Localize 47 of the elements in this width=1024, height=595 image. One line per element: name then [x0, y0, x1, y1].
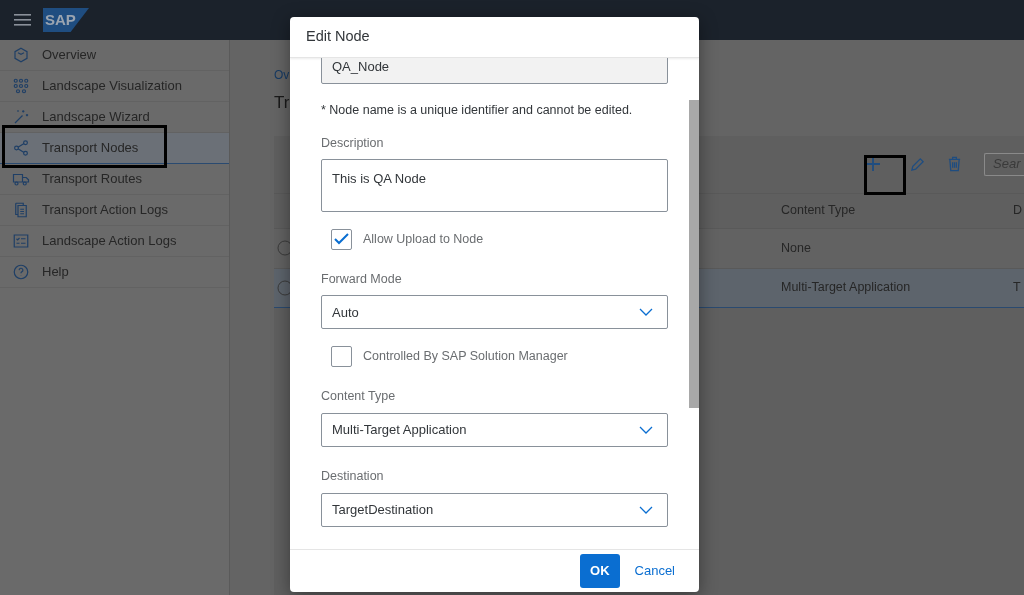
field-label: Description [321, 134, 384, 152]
sidebar-item[interactable]: Transport Action Logs [0, 195, 229, 226]
chevron-down-icon [639, 426, 653, 434]
add-icon [865, 156, 881, 172]
description-field[interactable]: This is QA Node [321, 158, 668, 212]
checkbox-label: Allow Upload to Node [363, 230, 484, 248]
checkmark-icon [334, 233, 349, 245]
wand-icon [12, 108, 30, 126]
document-icon [12, 201, 30, 219]
sidebar-item[interactable]: Landscape Visualization [0, 71, 229, 102]
network-icon [12, 77, 30, 95]
checkbox-label: Controlled By SAP Solution Manager [363, 348, 568, 366]
column-header: D [1013, 202, 1023, 220]
breadcrumb-link[interactable]: Ov [274, 66, 290, 84]
field-label: Content Type [321, 388, 396, 406]
page-title: Tr [274, 92, 290, 114]
sidebar-item[interactable]: Overview [0, 40, 229, 71]
chevron-down-icon [639, 505, 653, 514]
chevron-down-icon [639, 308, 653, 317]
checkbox[interactable] [331, 346, 352, 368]
sidebar-item[interactable]: Transport Routes [0, 164, 229, 195]
sap-logo[interactable]: SAP [43, 8, 89, 32]
help-icon [12, 263, 30, 281]
dialog-title: Edit Node [306, 27, 370, 47]
share-icon [12, 139, 30, 157]
checkbox[interactable] [331, 228, 352, 250]
ok-button[interactable]: OK [580, 554, 620, 588]
highlight-frame [864, 155, 906, 195]
cancel-button[interactable]: Cancel [624, 554, 685, 588]
column-header: Content Type [781, 202, 857, 220]
table-cell-text: T [1013, 279, 1021, 297]
node-name-field[interactable]: QA_Node [321, 58, 668, 84]
scrollbar-thumb[interactable] [689, 100, 699, 408]
sidebar-item[interactable]: Transport Nodes [0, 133, 229, 164]
table-cell-text: None [781, 239, 812, 257]
dropdown-field[interactable]: Auto [321, 295, 668, 330]
dropdown-field[interactable]: TargetDestination [321, 492, 668, 527]
sidebar-item[interactable]: Help [0, 257, 229, 288]
checklist-icon [12, 232, 30, 250]
sidebar-item[interactable]: Landscape Action Logs [0, 226, 229, 257]
table-cell-text: Multi-Target Application [781, 279, 912, 297]
field-label: Forward Mode [321, 270, 402, 288]
note-text: * Node name is a unique identifier and cannot be edited. [321, 102, 634, 119]
field-label: Destination [321, 468, 384, 485]
cube-icon [12, 46, 30, 64]
dropdown-field[interactable]: Multi-Target Application [321, 413, 668, 447]
menu-icon[interactable] [14, 13, 31, 27]
